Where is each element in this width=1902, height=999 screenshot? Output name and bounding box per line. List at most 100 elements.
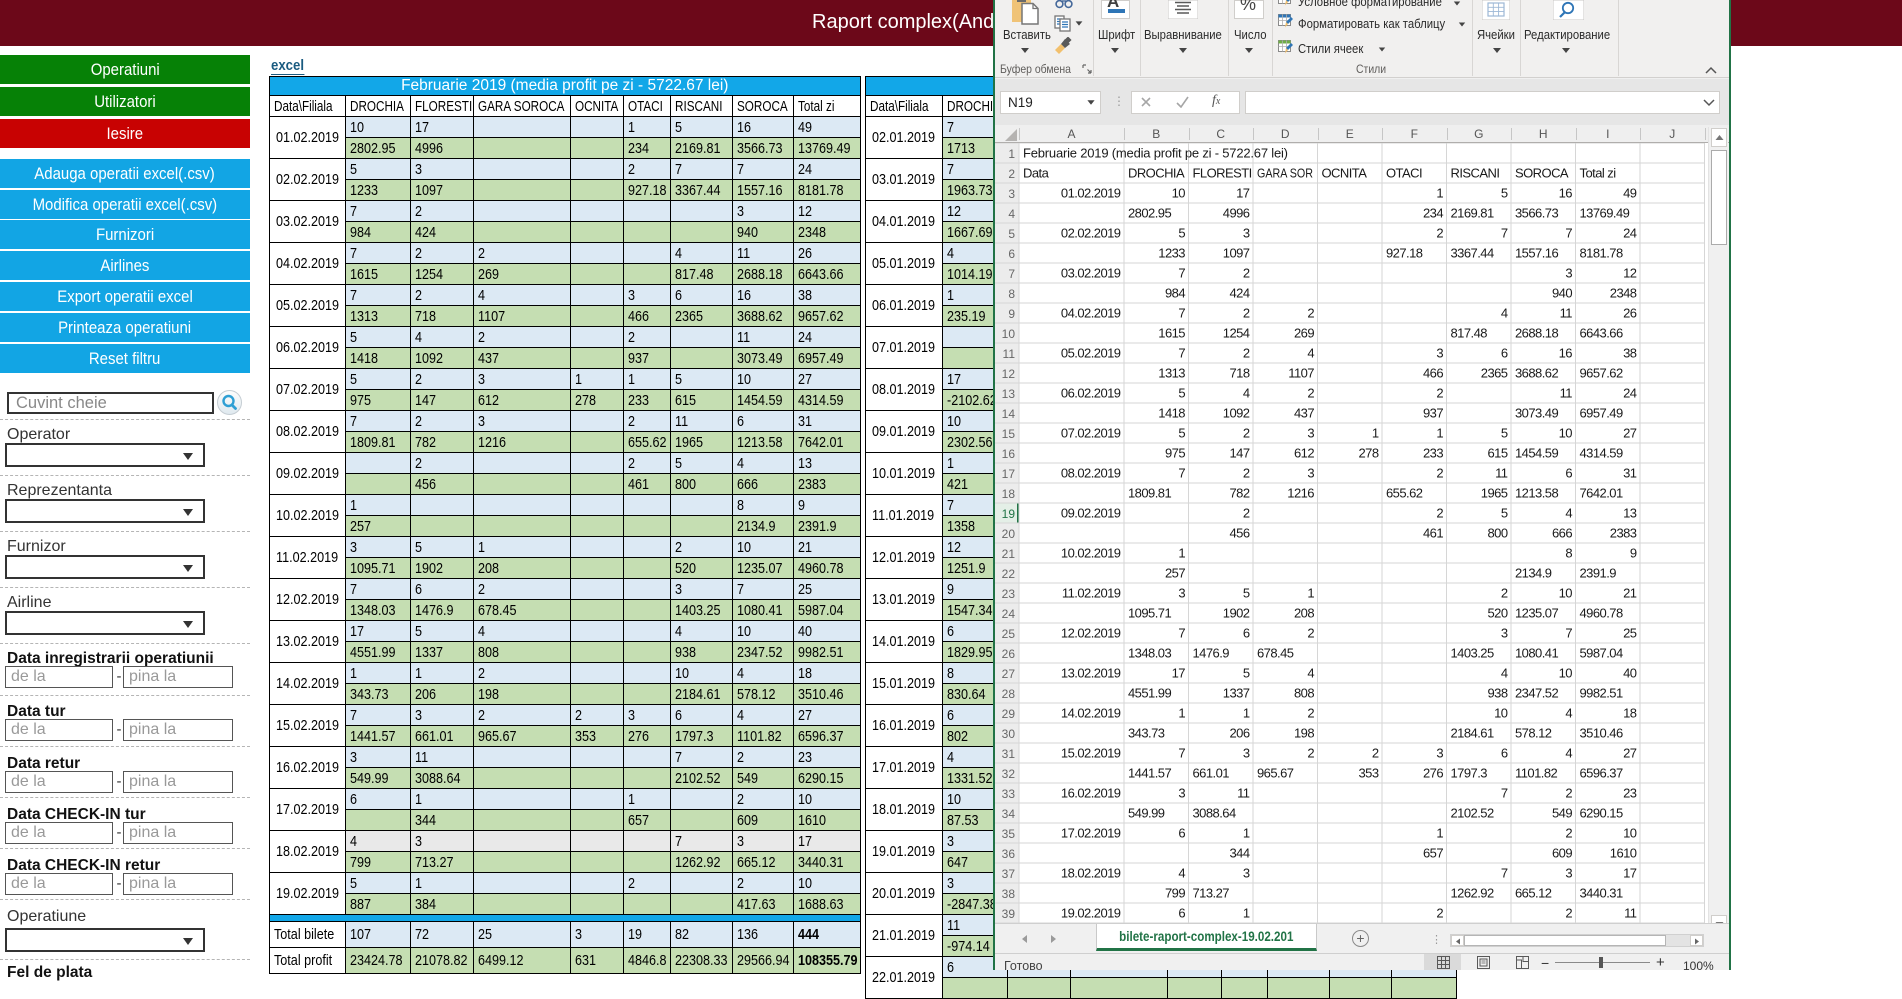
svg-text:4: 4 (1307, 666, 1314, 681)
svg-text:6: 6 (1565, 466, 1572, 481)
svg-text:424: 424 (1229, 286, 1249, 301)
svg-text:1418: 1418 (1158, 406, 1185, 421)
svg-text:3: 3 (1243, 866, 1250, 881)
svg-text:1403.25: 1403.25 (1451, 646, 1494, 661)
svg-text:7642.01: 7642.01 (1580, 486, 1623, 501)
svg-text:1262.92: 1262.92 (1451, 886, 1494, 901)
svg-text:07.02.2019: 07.02.2019 (1061, 426, 1121, 441)
svg-text:1097: 1097 (1223, 246, 1250, 261)
svg-text:665.12: 665.12 (1515, 886, 1552, 901)
svg-text:1080.41: 1080.41 (1515, 646, 1558, 661)
svg-text:38: 38 (1002, 887, 1016, 901)
svg-text:3688.62: 3688.62 (1515, 366, 1558, 381)
svg-text:6: 6 (1501, 746, 1508, 761)
svg-text:GARA SOR: GARA SOR (1257, 166, 1313, 181)
svg-text:1: 1 (1436, 826, 1443, 841)
svg-text:2: 2 (1307, 386, 1314, 401)
svg-text:09.02.2019: 09.02.2019 (1061, 506, 1121, 521)
svg-text:14.02.2019: 14.02.2019 (1061, 706, 1121, 721)
svg-text:2: 2 (1565, 786, 1572, 801)
svg-text:26: 26 (1623, 306, 1637, 321)
svg-text:456: 456 (1229, 526, 1249, 541)
svg-text:5: 5 (1243, 586, 1250, 601)
svg-text:6: 6 (1501, 346, 1508, 361)
svg-text:4551.99: 4551.99 (1128, 686, 1171, 701)
svg-text:29: 29 (1002, 707, 1016, 721)
svg-text:3: 3 (1565, 266, 1572, 281)
svg-text:655.62: 655.62 (1386, 486, 1423, 501)
svg-text:16: 16 (1559, 186, 1573, 201)
svg-text:11: 11 (1003, 347, 1016, 361)
svg-text:1107: 1107 (1288, 366, 1314, 381)
svg-text:344: 344 (1229, 846, 1249, 861)
svg-text:612: 612 (1294, 446, 1314, 461)
svg-text:2: 2 (1436, 466, 1443, 481)
svg-text:1615: 1615 (1158, 326, 1185, 341)
svg-text:1254: 1254 (1223, 326, 1250, 341)
svg-text:3: 3 (1307, 466, 1314, 481)
svg-text:4996: 4996 (1223, 206, 1250, 221)
svg-text:1: 1 (1178, 706, 1185, 721)
svg-text:04.02.2019: 04.02.2019 (1061, 306, 1121, 321)
svg-text:2: 2 (1243, 506, 1250, 521)
svg-text:2348: 2348 (1610, 286, 1637, 301)
svg-text:7: 7 (1565, 226, 1572, 241)
svg-text:276: 276 (1423, 766, 1443, 781)
svg-text:8181.78: 8181.78 (1580, 246, 1623, 261)
svg-text:40: 40 (1623, 666, 1637, 681)
svg-text:3073.49: 3073.49 (1515, 406, 1558, 421)
svg-text:1: 1 (1243, 706, 1250, 721)
svg-text:27: 27 (1623, 426, 1637, 441)
svg-text:198: 198 (1294, 726, 1314, 741)
svg-text:466: 466 (1423, 366, 1443, 381)
svg-text:39: 39 (1002, 907, 1016, 921)
svg-text:20: 20 (1002, 527, 1016, 541)
svg-text:678.45: 678.45 (1257, 646, 1294, 661)
svg-text:31: 31 (1002, 747, 1016, 761)
svg-text:2: 2 (1243, 426, 1250, 441)
svg-text:1: 1 (1008, 147, 1015, 161)
svg-text:2688.18: 2688.18 (1515, 326, 1558, 341)
svg-text:2: 2 (1436, 226, 1443, 241)
svg-text:3367.44: 3367.44 (1451, 246, 1494, 261)
svg-text:2: 2 (1565, 826, 1572, 841)
svg-text:34: 34 (1002, 807, 1016, 821)
svg-text:17: 17 (1172, 666, 1186, 681)
svg-text:1: 1 (1436, 426, 1443, 441)
svg-text:147: 147 (1229, 446, 1249, 461)
svg-text:437: 437 (1294, 406, 1314, 421)
svg-text:1233: 1233 (1158, 246, 1185, 261)
svg-text:657: 657 (1423, 846, 1443, 861)
svg-text:661.01: 661.01 (1193, 766, 1230, 781)
svg-text:DROCHIA: DROCHIA (1128, 166, 1185, 181)
svg-text:4: 4 (1307, 346, 1314, 361)
svg-text:7: 7 (1178, 746, 1185, 761)
svg-text:4314.59: 4314.59 (1580, 446, 1623, 461)
svg-text:3: 3 (1243, 746, 1250, 761)
svg-text:5987.04: 5987.04 (1580, 646, 1623, 661)
svg-text:1095.71: 1095.71 (1128, 606, 1171, 621)
svg-text:2802.95: 2802.95 (1128, 206, 1171, 221)
svg-text:28: 28 (1002, 687, 1016, 701)
svg-text:1557.16: 1557.16 (1515, 246, 1558, 261)
svg-text:Total zi: Total zi (1580, 166, 1617, 181)
svg-text:1797.3: 1797.3 (1451, 766, 1488, 781)
svg-text:10: 10 (1559, 666, 1573, 681)
svg-text:549.99: 549.99 (1128, 806, 1165, 821)
svg-text:13: 13 (1623, 506, 1637, 521)
svg-text:1: 1 (1178, 546, 1185, 561)
svg-text:1348.03: 1348.03 (1128, 646, 1171, 661)
svg-text:FLORESTI: FLORESTI (1193, 166, 1252, 181)
svg-text:5: 5 (1178, 426, 1185, 441)
svg-text:984: 984 (1165, 286, 1185, 301)
svg-text:13: 13 (1002, 387, 1016, 401)
svg-text:11: 11 (1495, 466, 1508, 481)
svg-text:11.02.2019: 11.02.2019 (1062, 586, 1121, 601)
svg-text:12.02.2019: 12.02.2019 (1061, 626, 1121, 641)
svg-text:01.02.2019: 01.02.2019 (1061, 186, 1121, 201)
svg-text:3: 3 (1307, 426, 1314, 441)
svg-text:782: 782 (1229, 486, 1249, 501)
svg-text:7: 7 (1501, 226, 1508, 241)
svg-text:1101.82: 1101.82 (1515, 766, 1557, 781)
svg-text:16: 16 (1559, 346, 1573, 361)
